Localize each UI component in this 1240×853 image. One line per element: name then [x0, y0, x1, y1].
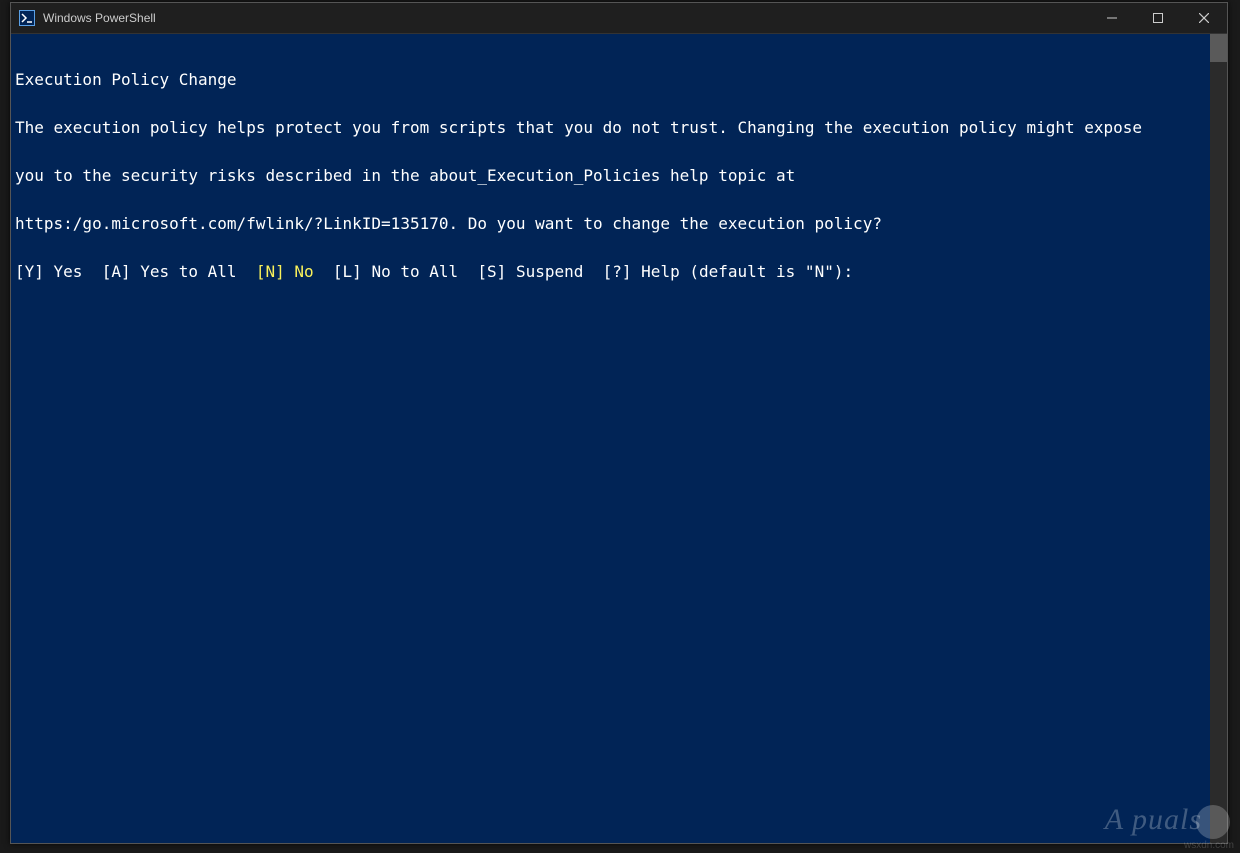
scrollbar-thumb[interactable] — [1210, 34, 1227, 62]
option-no-label: No — [285, 262, 314, 281]
console-heading: Execution Policy Change — [15, 72, 1225, 88]
option-separator — [314, 262, 333, 281]
option-yes-all: [A] Yes to All — [102, 262, 256, 281]
console-body-line: https:/go.microsoft.com/fwlink/?LinkID=1… — [15, 216, 1225, 232]
console-body-line: you to the security risks described in t… — [15, 168, 1225, 184]
console-prompt-line: [Y] Yes [A] Yes to All [N] No [L] No to … — [15, 264, 1225, 280]
option-no-key: [N] — [256, 262, 285, 281]
maximize-button[interactable] — [1135, 3, 1181, 33]
powershell-icon — [19, 10, 35, 26]
option-suspend: [S] Suspend — [477, 262, 602, 281]
option-no-all: [L] No to All — [333, 262, 478, 281]
option-help: [?] Help (default is "N"): — [603, 262, 853, 281]
vertical-scrollbar[interactable] — [1210, 34, 1227, 843]
minimize-button[interactable] — [1089, 3, 1135, 33]
option-yes: [Y] Yes — [15, 262, 102, 281]
console-body-line: The execution policy helps protect you f… — [15, 120, 1225, 136]
window-title: Windows PowerShell — [43, 11, 156, 25]
close-button[interactable] — [1181, 3, 1227, 33]
powershell-window: Windows PowerShell Execution Policy Chan… — [10, 2, 1228, 844]
console-area[interactable]: Execution Policy Change The execution po… — [11, 33, 1227, 843]
window-controls — [1089, 3, 1227, 33]
titlebar[interactable]: Windows PowerShell — [11, 3, 1227, 33]
